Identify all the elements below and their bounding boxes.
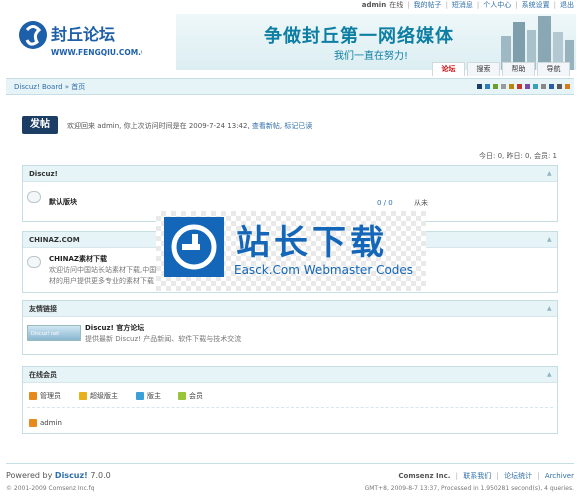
links-title: 友情链接 bbox=[29, 305, 57, 313]
powered-version: 7.0.0 bbox=[90, 471, 111, 480]
style-swatch[interactable] bbox=[533, 84, 538, 89]
breadcrumb-bar: Discuz! Board » 首页 bbox=[6, 78, 574, 95]
watermark-subtitle: Easck.Com Webmaster Codes bbox=[234, 263, 414, 277]
banner-subtitle: 我们一直在努力! bbox=[334, 51, 409, 62]
legend-label: 会员 bbox=[189, 392, 203, 400]
link-site-name[interactable]: Discuz! 官方论坛 bbox=[85, 323, 144, 333]
logo-url: WWW.FENGQIU.COM.CN bbox=[51, 48, 142, 57]
new-post-button[interactable]: 发帖 bbox=[22, 116, 58, 134]
processing-info: GMT+8, 2009-8-7 13:37, Processed in 1.95… bbox=[364, 485, 574, 492]
contact-link[interactable]: 联系我们 bbox=[463, 472, 491, 480]
logo-title: 封丘论坛 bbox=[51, 25, 115, 44]
powered-name[interactable]: Discuz! bbox=[55, 471, 88, 480]
style-swatch[interactable] bbox=[517, 84, 522, 89]
tab-navigation[interactable]: 导航 bbox=[537, 62, 570, 76]
style-swatch[interactable] bbox=[477, 84, 482, 89]
legend-admin: 管理员 bbox=[29, 391, 61, 401]
forum-description-line-1: 欢迎访问中国站长站素材下载,中国 bbox=[49, 266, 157, 274]
forum-status-icon bbox=[27, 256, 41, 268]
category-title: Discuz! bbox=[29, 170, 58, 178]
powered-prefix: Powered by bbox=[6, 471, 53, 480]
forum-status-icon bbox=[27, 191, 41, 203]
style-swatch[interactable] bbox=[493, 84, 498, 89]
copyright: © 2001-2009 Comsenz Inc.fq bbox=[6, 485, 95, 492]
collapse-icon[interactable]: ▲ bbox=[547, 372, 553, 378]
legend-moderator: 版主 bbox=[136, 391, 161, 401]
style-switcher bbox=[474, 84, 570, 89]
style-swatch[interactable] bbox=[549, 84, 554, 89]
online-title: 在线会员 bbox=[29, 371, 57, 379]
style-swatch[interactable] bbox=[557, 84, 562, 89]
style-swatch[interactable] bbox=[525, 84, 530, 89]
online-member-admin[interactable]: admin bbox=[29, 419, 62, 427]
forum-name[interactable]: 默认版块 bbox=[49, 197, 77, 207]
style-swatch[interactable] bbox=[501, 84, 506, 89]
welcome-message: 欢迎回来 admin, 你上次访问时间是在 2009-7-24 13:42, 查… bbox=[67, 122, 313, 130]
watermark-logo-icon bbox=[164, 217, 224, 277]
archiver-link[interactable]: Archiver bbox=[545, 472, 574, 480]
forum-counts: 0 / 0 bbox=[377, 199, 393, 207]
forum-description-line-2: 材的用户提供更多专业的素材下载 bbox=[49, 277, 154, 285]
category-header[interactable]: Discuz! ▲ bbox=[23, 166, 557, 182]
member-name[interactable]: admin bbox=[40, 419, 62, 427]
style-swatch[interactable] bbox=[509, 84, 514, 89]
mark-read-link[interactable]: 标记已读 bbox=[284, 122, 312, 130]
watermark-title: 站长下载 bbox=[236, 223, 388, 263]
profile-link[interactable]: 个人中心 bbox=[483, 0, 511, 10]
collapse-icon[interactable]: ▲ bbox=[547, 171, 553, 177]
tab-forum[interactable]: 论坛 bbox=[432, 62, 465, 76]
breadcrumb[interactable]: Discuz! Board » 首页 bbox=[14, 82, 85, 92]
online-header[interactable]: 在线会员 ▲ bbox=[23, 367, 557, 383]
footer-links: Comsenz Inc. | 联系我们 | 论坛统计 | Archiver bbox=[398, 472, 574, 480]
forum-last-post: 从未 bbox=[414, 199, 428, 207]
top-bar: admin 在线 | 我的帖子 | 短消息 | 个人中心 | 系统设置 | 退出 bbox=[361, 0, 574, 10]
tab-help[interactable]: 帮助 bbox=[502, 62, 535, 76]
welcome-text: 欢迎回来 admin, 你上次访问时间是在 2009-7-24 13:42, bbox=[67, 122, 250, 130]
comsenz-link[interactable]: Comsenz Inc. bbox=[398, 472, 450, 480]
legend-super-moderator: 超级版主 bbox=[79, 391, 118, 401]
category-title: CHINAZ.COM bbox=[29, 236, 80, 244]
moderator-icon bbox=[136, 392, 144, 400]
forum-name[interactable]: CHINAZ素材下载 bbox=[49, 254, 107, 264]
online-members-box: 在线会员 ▲ 管理员 超级版主 版主 会员 admin bbox=[22, 366, 558, 434]
board-stats: 今日: 0, 昨日: 0, 会员: 1 bbox=[478, 152, 557, 160]
super-moderator-icon bbox=[79, 392, 87, 400]
admin-user-icon bbox=[29, 392, 37, 400]
powered-by: Powered by Discuz! 7.0.0 bbox=[6, 471, 111, 480]
banner-slogan: 争做封丘第一网络媒体 bbox=[264, 26, 454, 47]
admin-user-icon bbox=[29, 419, 37, 427]
stats-link[interactable]: 论坛统计 bbox=[504, 472, 532, 480]
main-nav: 论坛 搜索 帮助 导航 bbox=[430, 62, 570, 76]
discuz-link-logo[interactable]: Discuz! net bbox=[27, 325, 81, 341]
settings-link[interactable]: 系统设置 bbox=[522, 0, 550, 10]
member-icon bbox=[178, 392, 186, 400]
footer-divider bbox=[6, 463, 574, 464]
links-header[interactable]: 友情链接 ▲ bbox=[23, 301, 557, 317]
logout-link[interactable]: 退出 bbox=[560, 0, 574, 10]
legend-label: 管理员 bbox=[40, 392, 61, 400]
collapse-icon[interactable]: ▲ bbox=[547, 306, 553, 312]
legend-label: 版主 bbox=[147, 392, 161, 400]
style-swatch[interactable] bbox=[485, 84, 490, 89]
messages-link[interactable]: 短消息 bbox=[452, 0, 473, 10]
style-swatch[interactable] bbox=[541, 84, 546, 89]
style-swatch[interactable] bbox=[565, 84, 570, 89]
friend-links-box: 友情链接 ▲ Discuz! net Discuz! 官方论坛 提供最新 Dis… bbox=[22, 300, 558, 355]
tab-search[interactable]: 搜索 bbox=[467, 62, 500, 76]
my-posts-link[interactable]: 我的帖子 bbox=[414, 0, 442, 10]
watermark: 站长下载 Easck.Com Webmaster Codes bbox=[156, 211, 426, 291]
collapse-icon[interactable]: ▲ bbox=[547, 237, 553, 243]
legend-member: 会员 bbox=[178, 391, 203, 401]
online-status: 在线 bbox=[389, 1, 404, 9]
legend-label: 超级版主 bbox=[90, 392, 118, 400]
header: 封丘论坛 WWW.FENGQIU.COM.CN 争做封丘第一网络媒体 我们一直在… bbox=[0, 10, 580, 70]
username[interactable]: admin bbox=[362, 1, 386, 9]
link-site-description: 提供最新 Discuz! 产品新闻、软件下载与技术交流 bbox=[85, 335, 242, 343]
site-logo[interactable]: 封丘论坛 WWW.FENGQIU.COM.CN bbox=[18, 18, 153, 62]
view-new-posts-link[interactable]: 查看新帖 bbox=[252, 122, 280, 130]
